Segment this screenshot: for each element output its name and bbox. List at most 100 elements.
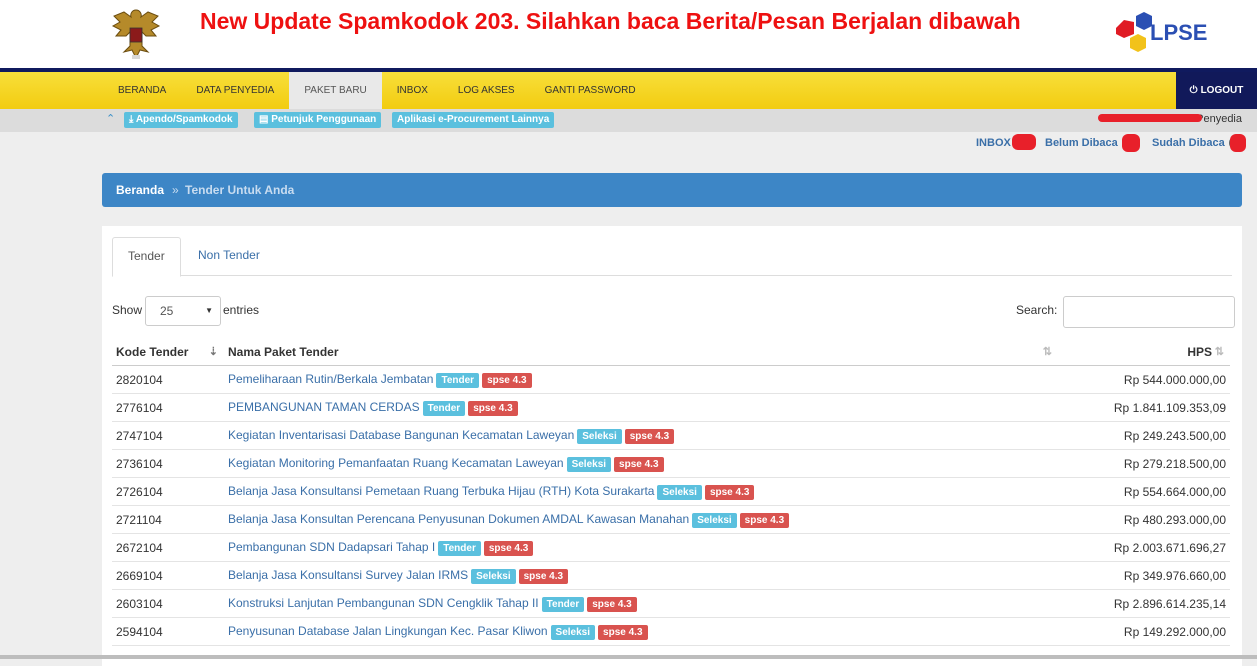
- sub-toolbar: ⌃ ⤓ Apendo/Spamkodok ▤ Petunjuk Pengguna…: [0, 109, 1257, 132]
- table-row: 2721104 Belanja Jasa Konsultan Perencana …: [112, 505, 1230, 534]
- paket-link[interactable]: PEMBANGUNAN TAMAN CERDAS: [228, 400, 420, 414]
- column-header-nama[interactable]: Nama Paket Tender ⇅: [224, 338, 1058, 366]
- redaction-mark: [1230, 134, 1246, 152]
- nama-cell: Penyusunan Database Jalan Lingkungan Kec…: [224, 617, 1058, 646]
- paket-link[interactable]: Kegiatan Monitoring Pemanfaatan Ruang Ke…: [228, 456, 564, 470]
- nama-cell: Belanja Jasa Konsultan Perencana Penyusu…: [224, 505, 1058, 534]
- nav-item-paket-baru[interactable]: PAKET BARU: [289, 72, 382, 109]
- paket-link[interactable]: Belanja Jasa Konsultan Perencana Penyusu…: [228, 512, 689, 526]
- book-icon: ▤: [259, 114, 272, 125]
- breadcrumb-home-link[interactable]: Beranda: [116, 173, 164, 207]
- nav-item-ganti-password[interactable]: GANTI PASSWORD: [530, 72, 651, 109]
- show-label: Show: [112, 303, 143, 317]
- nav-item-inbox[interactable]: INBOX: [382, 72, 443, 109]
- collapse-chevron-icon[interactable]: ⌃: [106, 112, 115, 125]
- column-header-hps-label: HPS: [1187, 344, 1212, 359]
- aplikasi-eproc-label: Aplikasi e-Procurement Lainnya: [397, 114, 550, 125]
- kode-cell: 2736104: [112, 449, 224, 478]
- hps-cell: Rp 2.896.614.235,14: [1058, 589, 1230, 618]
- spse-version-badge: spse 4.3: [598, 624, 648, 640]
- nav-item-beranda[interactable]: BERANDA: [103, 72, 181, 109]
- spse-version-badge: spse 4.3: [739, 512, 790, 528]
- hps-cell: Rp 2.003.671.696,27: [1058, 533, 1230, 562]
- entries-select[interactable]: 25 ▼: [145, 296, 221, 326]
- tipe-badge: Tender: [438, 540, 481, 556]
- tipe-badge: Seleksi: [566, 456, 612, 472]
- nama-cell: PEMBANGUNAN TAMAN CERDAS Tender spse 4.3: [224, 393, 1058, 422]
- download-icon: ⤓: [129, 114, 136, 125]
- redaction-mark: [1122, 134, 1140, 152]
- tipe-badge: Seleksi: [471, 568, 516, 584]
- user-role-text: Penyedia: [1196, 113, 1242, 125]
- logout-button[interactable]: ⏻ LOGOUT: [1176, 72, 1257, 109]
- tipe-badge: Seleksi: [692, 512, 737, 528]
- paket-link[interactable]: Pemeliharaan Rutin/Berkala Jembatan: [228, 372, 433, 386]
- paket-link[interactable]: Pembangunan SDN Dadapsari Tahap I: [228, 540, 435, 554]
- paket-link[interactable]: Konstruksi Lanjutan Pembangunan SDN Ceng…: [228, 596, 539, 610]
- nav-item-log-akses[interactable]: LOG AKSES: [443, 72, 530, 109]
- hps-cell: Rp 554.664.000,00: [1058, 477, 1230, 506]
- spse-version-badge: spse 4.3: [704, 484, 755, 500]
- hps-cell: Rp 149.292.000,00: [1058, 617, 1230, 646]
- aplikasi-eproc-button[interactable]: Aplikasi e-Procurement Lainnya: [392, 112, 555, 128]
- sort-icon: ⇅: [1214, 346, 1224, 358]
- site-header: New Update Spamkodok 203. Silahkan baca …: [0, 0, 1257, 68]
- paket-link[interactable]: Kegiatan Inventarisasi Database Bangunan…: [228, 428, 574, 442]
- petunjuk-button[interactable]: ▤ Petunjuk Penggunaan: [254, 112, 382, 128]
- garuda-emblem-logo: [111, 9, 161, 60]
- spse-version-badge: spse 4.3: [518, 568, 569, 584]
- column-header-nama-label: Nama Paket Tender: [228, 344, 339, 359]
- kode-cell: 2669104: [112, 561, 224, 590]
- tender-panel: Tender Non Tender Show 25 ▼ entries Sear…: [102, 226, 1242, 666]
- svg-text:LPSE: LPSE: [1150, 20, 1207, 45]
- column-header-hps[interactable]: HPS ⇅: [1058, 338, 1230, 366]
- nama-cell: Belanja Jasa Konsultansi Survey Jalan IR…: [224, 561, 1058, 590]
- nav-menu: BERANDA DATA PENYEDIA PAKET BARU INBOX L…: [103, 72, 651, 109]
- main-navbar: BERANDA DATA PENYEDIA PAKET BARU INBOX L…: [0, 72, 1257, 109]
- breadcrumb-current: Tender Untuk Anda: [185, 183, 295, 197]
- paket-link[interactable]: Penyusunan Database Jalan Lingkungan Kec…: [228, 624, 548, 638]
- apendo-label: Apendo/Spamkodok: [135, 114, 233, 125]
- paket-link[interactable]: Belanja Jasa Konsultansi Pemetaan Ruang …: [228, 484, 654, 498]
- tab-tender[interactable]: Tender: [112, 237, 181, 277]
- hps-cell: Rp 249.243.500,00: [1058, 421, 1230, 450]
- table-row: 2820104 Pemeliharaan Rutin/Berkala Jembat…: [112, 365, 1230, 394]
- table-header-row: Kode Tender ⇣ Nama Paket Tender ⇅ HPS ⇅: [112, 338, 1230, 366]
- kode-cell: 2603104: [112, 589, 224, 618]
- nama-cell: Belanja Jasa Konsultansi Pemetaan Ruang …: [224, 477, 1058, 506]
- tipe-badge: Tender: [422, 400, 466, 416]
- column-header-kode[interactable]: Kode Tender ⇣: [112, 338, 224, 366]
- hps-cell: Rp 349.976.660,00: [1058, 561, 1230, 590]
- apendo-button[interactable]: ⤓ Apendo/Spamkodok: [124, 112, 238, 128]
- table-row: 2669104 Belanja Jasa Konsultansi Survey J…: [112, 561, 1230, 590]
- bottom-scroll-edge: [0, 655, 1257, 659]
- tipe-badge: Tender: [436, 372, 480, 388]
- kode-cell: 2721104: [112, 505, 224, 534]
- breadcrumb-separator: »: [172, 183, 179, 197]
- nav-item-data-penyedia[interactable]: DATA PENYEDIA: [181, 72, 289, 109]
- chevron-down-icon: ▼: [205, 306, 213, 315]
- tab-non-tender[interactable]: Non Tender: [183, 237, 275, 274]
- entries-label: entries: [223, 303, 260, 317]
- inbox-label: INBOX: [976, 136, 1011, 149]
- table-row: 2726104 Belanja Jasa Konsultansi Pemetaan…: [112, 477, 1230, 506]
- unread-label: Belum Dibaca: [1045, 136, 1118, 149]
- spse-version-badge: spse 4.3: [587, 596, 637, 612]
- nama-cell: Konstruksi Lanjutan Pembangunan SDN Ceng…: [224, 589, 1058, 618]
- petunjuk-label: Petunjuk Penggunaan: [271, 114, 377, 125]
- logout-label: LOGOUT: [1200, 85, 1244, 96]
- paket-link[interactable]: Belanja Jasa Konsultansi Survey Jalan IR…: [228, 568, 468, 582]
- spse-version-badge: spse 4.3: [483, 540, 534, 556]
- breadcrumb: Beranda » Tender Untuk Anda: [102, 173, 1242, 207]
- spse-version-badge: spse 4.3: [468, 400, 518, 416]
- column-header-kode-label: Kode Tender: [116, 344, 189, 359]
- nama-cell: Kegiatan Inventarisasi Database Bangunan…: [224, 421, 1058, 450]
- kode-cell: 2776104: [112, 393, 224, 422]
- table-row: 2594104 Penyusunan Database Jalan Lingkun…: [112, 617, 1230, 646]
- kode-cell: 2672104: [112, 533, 224, 562]
- sort-desc-icon: ⇣: [208, 346, 218, 358]
- kode-cell: 2747104: [112, 421, 224, 450]
- search-input[interactable]: [1063, 296, 1235, 328]
- table-body: 2820104 Pemeliharaan Rutin/Berkala Jembat…: [112, 365, 1230, 646]
- table-row: 2603104 Konstruksi Lanjutan Pembangunan S…: [112, 589, 1230, 618]
